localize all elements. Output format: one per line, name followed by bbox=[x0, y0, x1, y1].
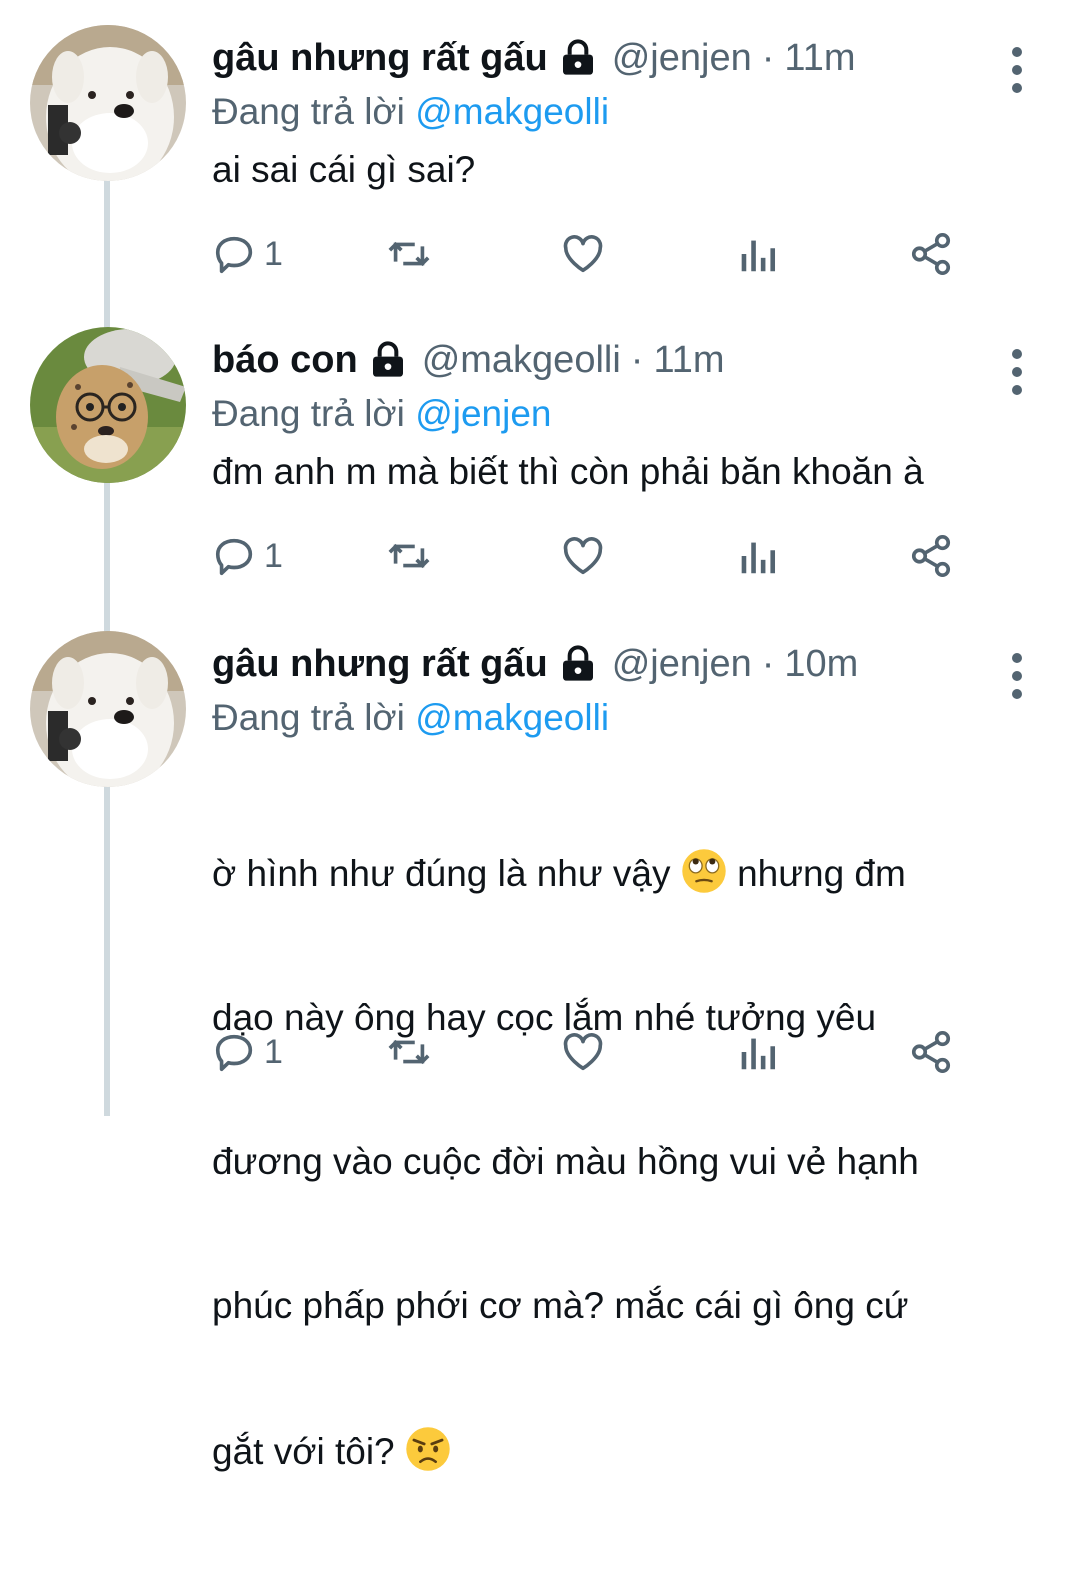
display-name[interactable]: gâu nhưng rất gấu bbox=[212, 634, 548, 694]
heart-icon bbox=[563, 1033, 603, 1071]
tweet-header: báo con @makgeolli · 11m bbox=[212, 330, 725, 390]
retweet-button[interactable] bbox=[386, 1024, 432, 1080]
timestamp[interactable]: 11m bbox=[784, 28, 855, 88]
share-icon bbox=[911, 1031, 951, 1073]
analytics-button[interactable] bbox=[734, 226, 780, 282]
display-name[interactable]: gâu nhưng rất gấu bbox=[212, 28, 548, 88]
analytics-icon bbox=[741, 1038, 776, 1070]
lock-icon bbox=[562, 645, 593, 681]
analytics-icon bbox=[741, 240, 776, 272]
share-button[interactable] bbox=[908, 528, 954, 584]
like-button[interactable] bbox=[560, 528, 606, 584]
samoyed-dog-avatar bbox=[30, 25, 186, 181]
lock-icon bbox=[372, 341, 403, 377]
display-name[interactable]: báo con bbox=[212, 330, 358, 390]
reply-button[interactable]: 1 bbox=[212, 1024, 283, 1080]
user-handle[interactable]: @makgeolli bbox=[422, 330, 621, 390]
reply-button[interactable]: 1 bbox=[212, 528, 283, 584]
timestamp[interactable]: 11m bbox=[653, 330, 724, 390]
reply-prefix: Đang trả lời bbox=[212, 91, 405, 132]
avatar[interactable] bbox=[30, 25, 186, 181]
retweet-icon bbox=[388, 1039, 430, 1065]
reply-icon bbox=[215, 1034, 253, 1072]
share-button[interactable] bbox=[908, 1024, 954, 1080]
text-segment: gắt với tôi? bbox=[212, 1431, 395, 1472]
timestamp[interactable]: 10m bbox=[784, 634, 858, 694]
reply-mention[interactable]: @jenjen bbox=[415, 393, 551, 434]
eye-roll-emoji bbox=[682, 849, 726, 893]
analytics-button[interactable] bbox=[734, 528, 780, 584]
user-handle[interactable]: @jenjen bbox=[612, 634, 752, 694]
tweet-text: đm anh m mà biết thì còn phải băn khoăn … bbox=[212, 451, 924, 492]
action-bar: 1 bbox=[212, 226, 992, 282]
separator: · bbox=[761, 37, 775, 79]
retweet-button[interactable] bbox=[386, 226, 432, 282]
tweet-text: ai sai cái gì sai? bbox=[212, 149, 476, 190]
reply-count: 1 bbox=[264, 536, 283, 575]
reply-context: Đang trả lời @makgeolli bbox=[212, 688, 609, 748]
analytics-icon bbox=[741, 542, 776, 574]
reply-mention[interactable]: @makgeolli bbox=[415, 697, 609, 738]
more-options-icon[interactable] bbox=[1003, 342, 1031, 402]
reply-mention[interactable]: @makgeolli bbox=[415, 91, 609, 132]
heart-icon bbox=[563, 235, 603, 273]
text-segment: ờ hình như đúng là như vậy bbox=[212, 853, 671, 894]
samoyed-dog-avatar bbox=[30, 631, 186, 787]
tweet-text-line: đương vào cuộc đời màu hồng vui vẻ hạnh bbox=[212, 1141, 919, 1182]
angry-face-emoji bbox=[406, 1427, 450, 1471]
more-options-icon[interactable] bbox=[1003, 646, 1031, 706]
lock-icon bbox=[562, 39, 593, 75]
action-bar: 1 bbox=[212, 1024, 992, 1080]
reply-button[interactable]: 1 bbox=[212, 226, 283, 282]
tweet-text: ờ hình như đúng là như vậy nhưng đm dạo … bbox=[212, 752, 1032, 1572]
more-options-icon[interactable] bbox=[1003, 40, 1031, 100]
action-bar: 1 bbox=[212, 528, 992, 584]
separator: · bbox=[630, 339, 644, 381]
reply-icon bbox=[215, 236, 253, 274]
reply-icon bbox=[215, 538, 253, 576]
reply-count: 1 bbox=[264, 234, 283, 273]
retweet-icon bbox=[388, 543, 430, 569]
tweet-header: gâu nhưng rất gấu @jenjen · 11m bbox=[212, 28, 856, 88]
tweet-text-line: phúc phấp phới cơ mà? mắc cái gì ông cứ bbox=[212, 1285, 909, 1326]
tweet-text-line: ờ hình như đúng là như vậy nhưng đm bbox=[212, 848, 1032, 898]
like-button[interactable] bbox=[560, 1024, 606, 1080]
avatar[interactable] bbox=[30, 327, 186, 483]
share-icon bbox=[911, 535, 951, 577]
share-icon bbox=[911, 233, 951, 275]
separator: · bbox=[761, 643, 775, 685]
cheetah-cub-avatar bbox=[30, 327, 186, 483]
reply-context: Đang trả lời @jenjen bbox=[212, 384, 552, 444]
reply-count: 1 bbox=[264, 1032, 283, 1071]
retweet-button[interactable] bbox=[386, 528, 432, 584]
like-button[interactable] bbox=[560, 226, 606, 282]
tweet-text-line: gắt với tôi? bbox=[212, 1426, 1032, 1476]
share-button[interactable] bbox=[908, 226, 954, 282]
avatar[interactable] bbox=[30, 631, 186, 787]
user-handle[interactable]: @jenjen bbox=[612, 28, 752, 88]
reply-prefix: Đang trả lời bbox=[212, 393, 405, 434]
text-segment: nhưng đm bbox=[737, 853, 906, 894]
reply-prefix: Đang trả lời bbox=[212, 697, 405, 738]
retweet-icon bbox=[388, 241, 430, 267]
tweet-header: gâu nhưng rất gấu @jenjen · 10m bbox=[212, 634, 858, 694]
reply-context: Đang trả lời @makgeolli bbox=[212, 82, 609, 142]
heart-icon bbox=[563, 537, 603, 575]
analytics-button[interactable] bbox=[734, 1024, 780, 1080]
